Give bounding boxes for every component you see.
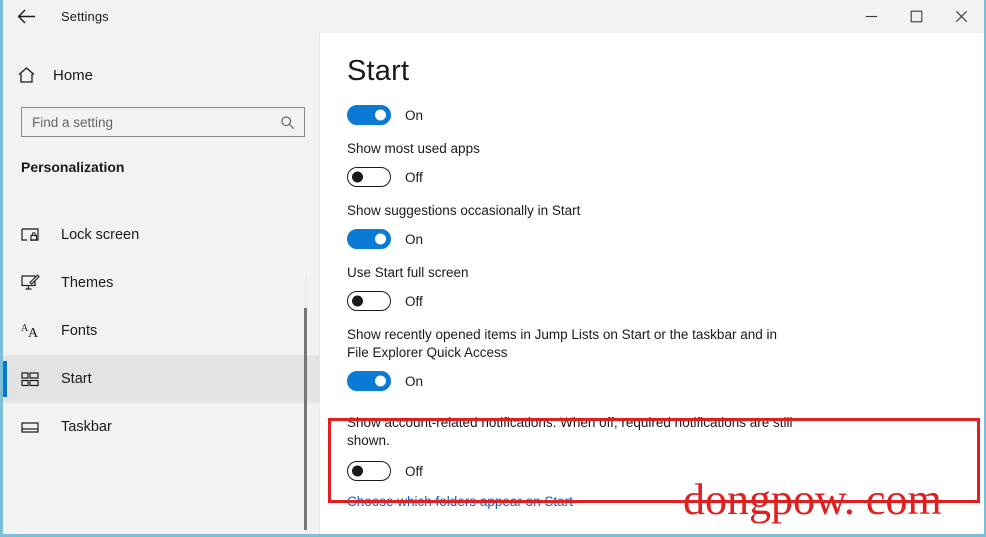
setting-label: Show most used apps [347,141,480,156]
toggle-knob [375,375,386,387]
sidebar-home-label: Home [53,66,94,84]
toggle-row: On [347,100,984,130]
search-box[interactable] [21,107,305,137]
toggle-row: Off [347,162,984,192]
toggle-show-most-used-apps[interactable] [347,167,391,187]
sidebar-item-label: Lock screen [61,227,140,243]
fonts-icon: A A [21,322,47,340]
sidebar: Home Personalization [3,33,319,534]
sidebar-item-taskbar[interactable]: Taskbar [3,403,319,451]
app-title: Settings [61,9,109,24]
sidebar-section-title: Personalization [21,159,125,175]
setting-row: Show suggestions occasionally in Start O… [347,202,984,254]
sidebar-item-label: Taskbar [61,419,112,435]
sidebar-item-lock-screen[interactable]: Lock screen [3,211,319,259]
home-icon [17,66,47,84]
sidebar-nav: Lock screen Themes A A Fonts Start Taskb… [3,211,319,451]
toggle-show-recently-opened-items[interactable] [347,371,391,391]
back-button[interactable] [3,1,49,33]
sidebar-scrollbar-thumb[interactable] [304,308,307,530]
setting-label: Use Start full screen [347,265,469,280]
sidebar-item-label: Themes [61,275,114,291]
setting-row: Use Start full screen Off [347,264,984,316]
toggle-knob [375,233,386,245]
sidebar-item-home[interactable]: Home [3,55,319,95]
toggle-knob [352,295,363,307]
toggle-state-label: On [405,373,424,389]
sidebar-item-themes[interactable]: Themes [3,259,319,307]
highlight-annotation-box [328,418,980,503]
close-button[interactable] [939,0,984,33]
setting-row: Show recently opened items in Jump Lists… [347,326,984,396]
title-bar: Settings [3,0,984,33]
toggle-use-start-full-screen[interactable] [347,291,391,311]
main-content: Start On Show most used apps Off Show su… [320,33,984,534]
toggle-state-label: Off [405,293,423,309]
toggle-show-pinned-tiles[interactable] [347,105,391,125]
toggle-row: On [347,224,984,254]
setting-row: Show most used apps Off [347,140,984,192]
setting-label: Show recently opened items in Jump Lists… [347,327,777,360]
toggle-show-suggestions[interactable] [347,229,391,249]
sidebar-item-label: Start [61,371,92,387]
toggle-state-label: Off [405,169,423,185]
page-title: Start [347,55,410,87]
sidebar-item-fonts[interactable]: A A Fonts [3,307,319,355]
search-input[interactable] [22,114,280,130]
settings-window: Settings Home Find a setting Personaliza… [0,0,986,537]
setting-label: Show suggestions occasionally in Start [347,203,581,218]
taskbar-icon [21,420,47,435]
back-arrow-icon [17,9,36,24]
search-icon[interactable] [280,115,304,130]
lock-screen-icon [21,227,47,244]
window-controls [849,0,984,33]
toggle-row: Off [347,286,984,316]
toggle-row: On [347,366,984,396]
svg-text:A: A [28,326,39,340]
minimize-button[interactable] [849,0,894,33]
toggle-state-label: On [405,107,424,123]
sidebar-item-label: Fonts [61,323,98,339]
start-tiles-icon [21,371,47,388]
toggle-knob [375,109,386,121]
maximize-button[interactable] [894,0,939,33]
themes-brush-icon [21,274,47,292]
sidebar-item-start[interactable]: Start [3,355,319,403]
setting-row: On [347,100,984,130]
toggle-state-label: On [405,231,424,247]
toggle-knob [352,171,363,183]
